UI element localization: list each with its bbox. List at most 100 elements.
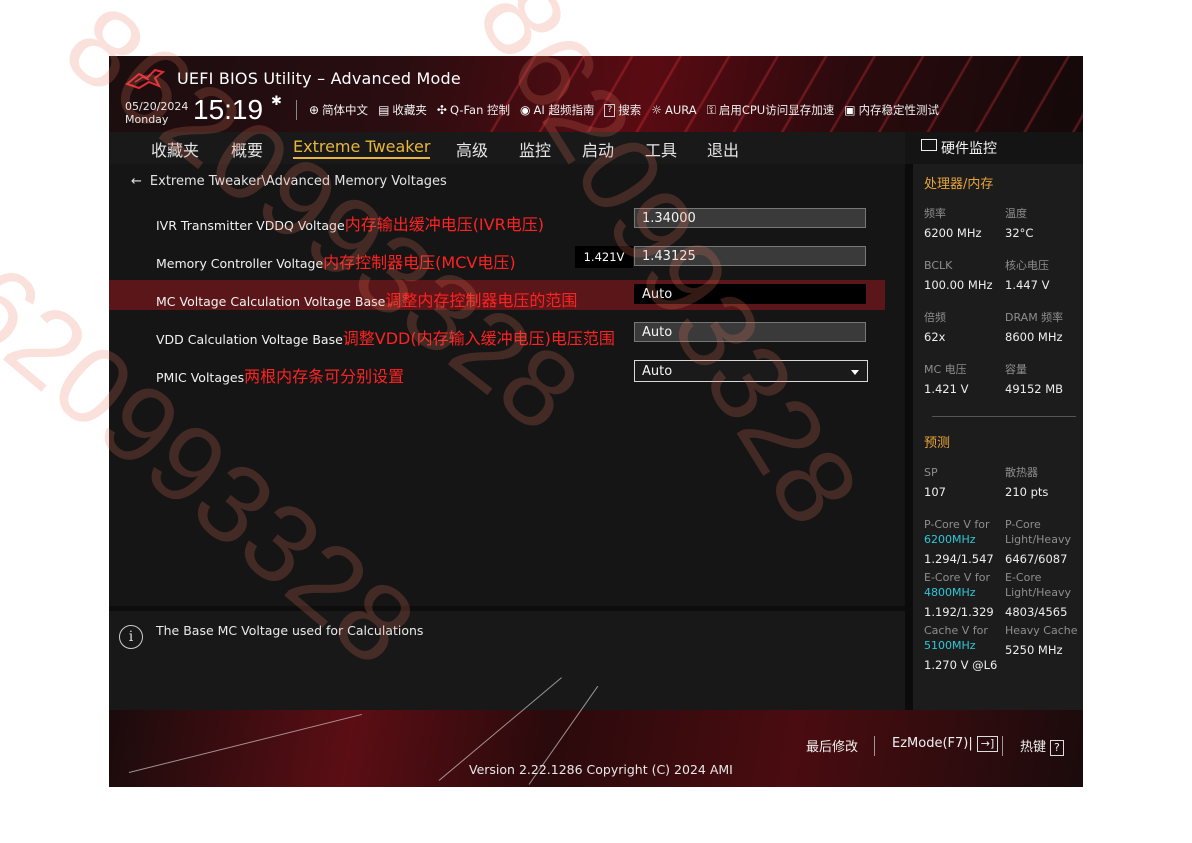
prediction-section-title: 预测 — [924, 436, 951, 451]
setting-label: Memory Controller Voltage内存控制器电压(MCV电压) — [156, 249, 516, 273]
setting-row-ivr-vddq[interactable]: IVR Transmitter VDDQ Voltage内存输出缓冲电压(IVR… — [109, 204, 885, 234]
hw-label: E-Core V for — [924, 571, 991, 584]
annotation-note: 内存输出缓冲电压(IVR电压) — [344, 215, 544, 234]
back-arrow-icon[interactable]: ← — [131, 174, 142, 189]
hw-value: 62x — [924, 330, 946, 344]
gear-icon[interactable]: ✱ — [271, 94, 282, 109]
last-modified-button[interactable]: 最后修改 — [806, 736, 858, 755]
aura-button[interactable]: ☼ AURA — [651, 103, 696, 117]
tab-extreme-tweaker[interactable]: Extreme Tweaker — [293, 137, 431, 159]
vdd-calc-base-input[interactable]: Auto — [634, 322, 866, 342]
breadcrumb-text: Extreme Tweaker\Advanced Memory Voltages — [149, 174, 447, 189]
help-box-icon: ? — [604, 103, 616, 117]
setting-row-mc-voltage[interactable]: Memory Controller Voltage内存控制器电压(MCV电压) … — [109, 242, 885, 272]
cpu-memory-icon: ⚿ — [706, 102, 716, 117]
pmic-voltages-select[interactable]: Auto — [634, 360, 868, 382]
hw-value: 1.192/1.329 — [924, 605, 994, 619]
hw-label: BCLK — [924, 259, 953, 272]
setting-label: PMIC Voltages两根内存条可分别设置 — [156, 363, 404, 387]
tab-exit[interactable]: 退出 — [707, 137, 739, 161]
setting-label: IVR Transmitter VDDQ Voltage内存输出缓冲电压(IVR… — [156, 211, 544, 235]
hw-label: Heavy Cache — [1005, 624, 1078, 637]
rog-logo-icon — [125, 68, 165, 90]
search-button[interactable]: ? 搜索 — [604, 102, 641, 118]
setting-row-pmic[interactable]: PMIC Voltages两根内存条可分别设置 Auto — [109, 356, 885, 386]
annotation-note: 两根内存条可分别设置 — [244, 367, 405, 386]
hw-value: 6467/6087 — [1005, 552, 1068, 566]
settings-panel: ← Extreme Tweaker\Advanced Memory Voltage… — [109, 164, 905, 629]
tab-main[interactable]: 概要 — [231, 137, 263, 161]
hw-value: 1.270 V @L6 — [924, 658, 998, 672]
tab-monitor[interactable]: 监控 — [519, 137, 551, 161]
toolbar-divider — [296, 100, 297, 120]
hw-value: 100.00 MHz — [924, 278, 993, 292]
ezmode-button[interactable]: EzMode(F7)| →] — [892, 736, 999, 752]
setting-row-mc-calc-base[interactable]: MC Voltage Calculation Voltage Base调整内存控… — [109, 280, 885, 310]
tab-boot[interactable]: 启动 — [582, 137, 614, 161]
hw-value: 4803/4565 — [1005, 605, 1068, 619]
hw-value: 8600 MHz — [1005, 330, 1063, 344]
bios-window: UEFI BIOS Utility – Advanced Mode 05/20/… — [109, 56, 1083, 787]
footer-divider — [1002, 736, 1003, 756]
hw-value: 1.447 V — [1005, 278, 1050, 292]
resizable-bar-label: 启用CPU访问显存加速 — [718, 103, 835, 117]
hw-label-frequency: 4800MHz — [924, 586, 976, 599]
memory-test-icon: ▣ — [844, 103, 856, 117]
help-box-icon: ? — [1050, 740, 1064, 756]
info-icon: i — [119, 625, 143, 649]
monitor-icon — [921, 139, 937, 151]
help-panel: i The Base MC Voltage used for Calculati… — [109, 606, 905, 715]
ivr-vddq-input[interactable]: 1.34000 — [634, 208, 866, 228]
hw-label: E-Core — [1005, 571, 1042, 584]
header-bar: UEFI BIOS Utility – Advanced Mode 05/20/… — [109, 56, 1083, 132]
setting-label-text: VDD Calculation Voltage Base — [156, 332, 343, 347]
ai-overclock-label: AI 超频指南 — [533, 103, 595, 117]
annotation-note: 调整VDD(内存输入缓冲电压)电压范围 — [342, 329, 615, 348]
resizable-bar-button[interactable]: ⚿ 启用CPU访问显存加速 — [707, 102, 835, 118]
pmic-selected-value: Auto — [642, 364, 673, 379]
language-button[interactable]: ⊕ 简体中文 — [309, 102, 368, 118]
hw-value: 5250 MHz — [1005, 643, 1063, 657]
favorites-label: 收藏夹 — [392, 103, 427, 117]
cpu-memory-section-title: 处理器/内存 — [924, 177, 994, 192]
footer-bar: 最后修改 EzMode(F7)| →] 热键? Version 2.22.1286… — [109, 677, 1083, 787]
clock: 15:19 — [193, 94, 264, 125]
hw-label: MC 电压 — [924, 363, 967, 376]
memory-test-button[interactable]: ▣ 内存稳定性测试 — [844, 102, 939, 118]
tab-advanced[interactable]: 高级 — [456, 137, 488, 161]
qfan-button[interactable]: ✣ Q-Fan 控制 — [437, 102, 510, 118]
setting-label: VDD Calculation Voltage Base调整VDD(内存输入缓冲… — [156, 325, 615, 349]
ezmode-label: EzMode(F7)| — [892, 736, 973, 751]
hw-label: 倍频 — [924, 311, 946, 324]
hw-label: 频率 — [924, 207, 946, 220]
date-display: 05/20/2024 Monday — [125, 100, 188, 126]
setting-label-text: IVR Transmitter VDDQ Voltage — [156, 218, 345, 233]
footer-divider — [874, 736, 875, 756]
setting-label-text: PMIC Voltages — [156, 370, 245, 385]
hw-value: 1.421 V — [924, 382, 969, 396]
mc-calc-base-input[interactable]: Auto — [634, 284, 866, 304]
mc-voltage-input[interactable]: 1.43125 — [634, 246, 866, 266]
date-text: 05/20/2024 — [125, 100, 189, 113]
exit-arrow-icon: →] — [976, 736, 999, 752]
ai-overclock-button[interactable]: ◉ AI 超频指南 — [520, 102, 594, 118]
hw-label: SP — [924, 466, 938, 479]
tab-favorites[interactable]: 收藏夹 — [151, 137, 199, 161]
hw-label-frequency: 6200MHz — [924, 533, 976, 546]
hw-label-frequency: 5100MHz — [924, 639, 976, 652]
globe-icon: ⊕ — [309, 103, 320, 117]
favorites-button[interactable]: ▤ 收藏夹 — [378, 102, 427, 118]
hotkeys-label: 热键 — [1020, 740, 1047, 755]
setting-label-text: Memory Controller Voltage — [156, 256, 324, 271]
hw-value: 32°C — [1005, 226, 1034, 240]
tab-tool[interactable]: 工具 — [645, 137, 677, 161]
aura-label: AURA — [665, 103, 697, 117]
hw-value: 210 pts — [1005, 485, 1049, 499]
toolbar: ⊕ 简体中文 ▤ 收藏夹 ✣ Q-Fan 控制 ◉ AI 超频指南 ? 搜索 ☼… — [309, 100, 949, 120]
breadcrumb[interactable]: ← Extreme Tweaker\Advanced Memory Voltage… — [131, 174, 447, 189]
main-tabs: 收藏夹 概要 Extreme Tweaker 高级 监控 启动 工具 退出 — [109, 132, 905, 164]
favorites-icon: ▤ — [378, 103, 390, 117]
hw-label: 温度 — [1005, 207, 1027, 220]
hotkeys-button[interactable]: 热键? — [1020, 736, 1064, 756]
setting-row-vdd-calc-base[interactable]: VDD Calculation Voltage Base调整VDD(内存输入缓冲… — [109, 318, 885, 348]
